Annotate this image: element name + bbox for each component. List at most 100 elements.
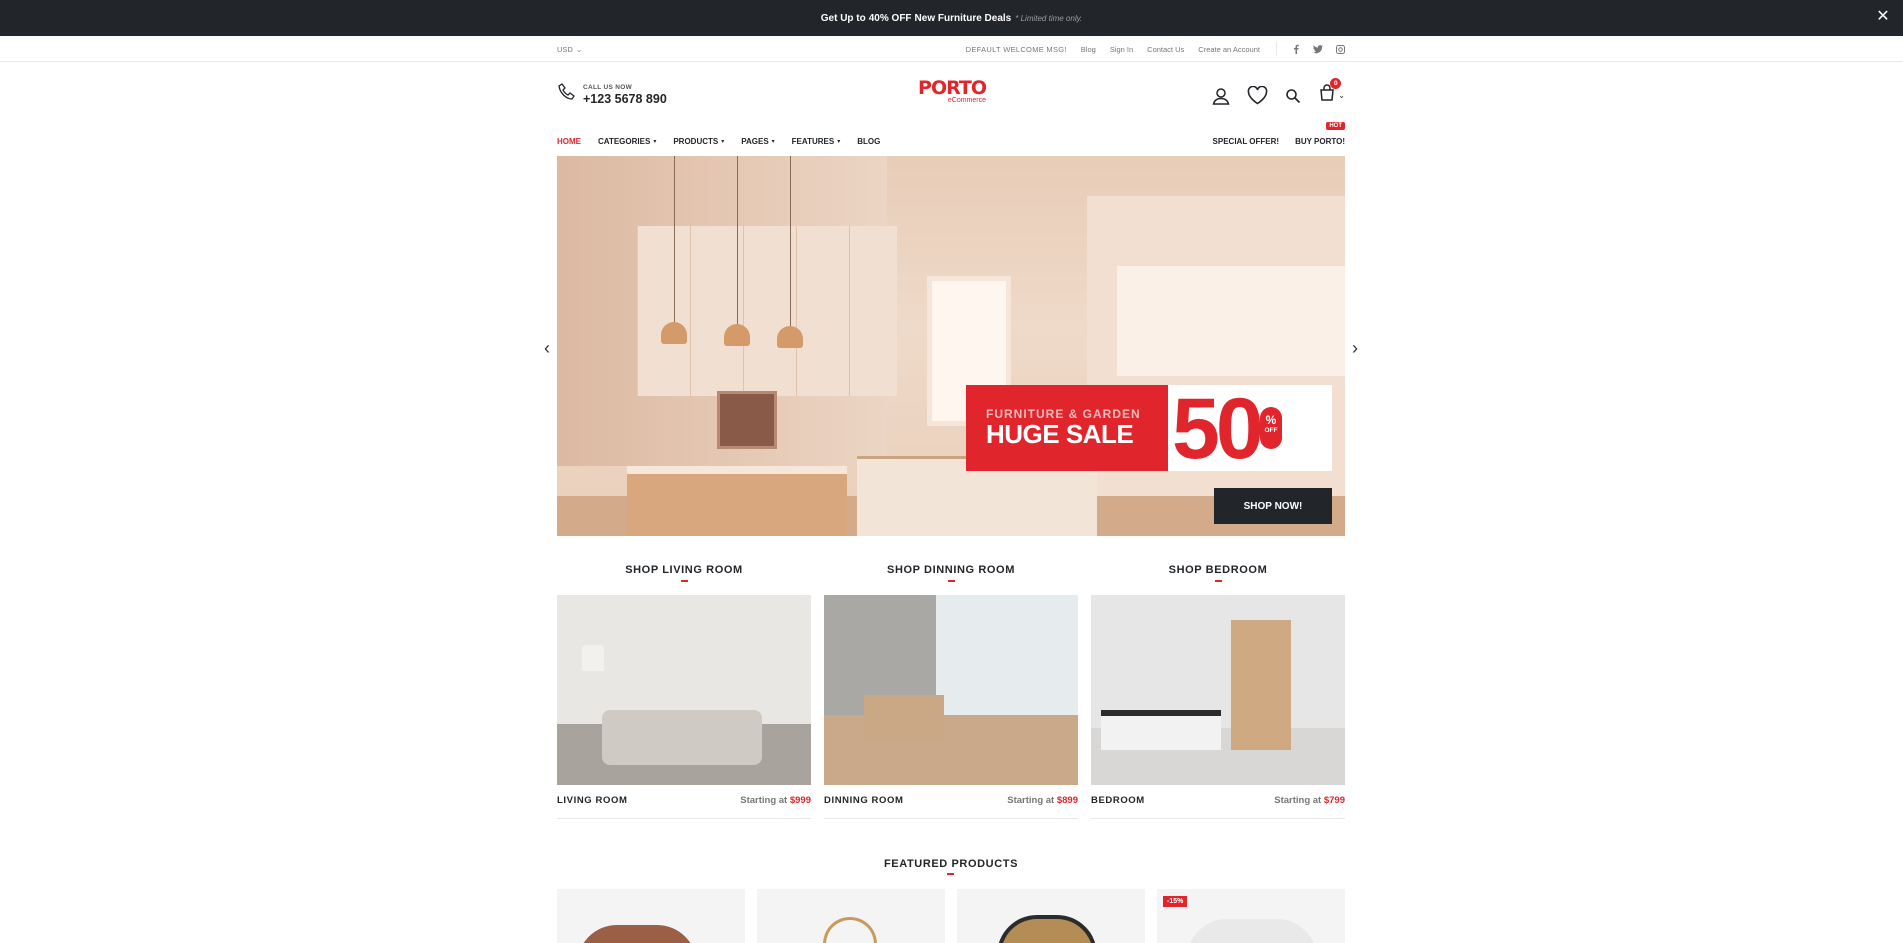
hero-scene xyxy=(661,322,687,344)
category-image[interactable] xyxy=(557,595,811,785)
bed-shape xyxy=(1101,710,1221,750)
hero-scene xyxy=(674,156,675,324)
chevron-down-icon: ⌄ xyxy=(1338,91,1345,100)
nav-categories[interactable]: CATEGORIES ▾ xyxy=(598,137,656,146)
twitter-icon[interactable] xyxy=(1313,44,1323,54)
nav-categories-label: CATEGORIES xyxy=(598,136,651,146)
sale-off: OFF xyxy=(1264,427,1278,434)
nav-features-label: FEATURES xyxy=(791,136,835,146)
category-price: $999 xyxy=(789,795,811,806)
chevron-left-icon[interactable]: ‹ xyxy=(541,338,553,358)
user-icon[interactable] xyxy=(1210,85,1232,107)
starting-label: Starting at xyxy=(740,795,788,806)
search-icon[interactable] xyxy=(1282,85,1304,107)
hero-scene xyxy=(637,226,897,396)
product-card[interactable] xyxy=(557,889,745,943)
header: CALL US NOW +123 5678 890 PORTO eCommerc… xyxy=(557,62,1345,126)
product-image xyxy=(1187,919,1317,943)
nav-pages[interactable]: PAGES ▾ xyxy=(741,137,774,146)
top-bar: USD ⌄ DEFAULT WELCOME MSG! Blog Sign In … xyxy=(0,36,1903,62)
category-image[interactable] xyxy=(824,595,1078,785)
category-image[interactable] xyxy=(1091,595,1345,785)
logo[interactable]: PORTO eCommerce xyxy=(916,77,988,105)
contact-us-link[interactable]: Contact Us xyxy=(1147,45,1184,54)
nav-features[interactable]: FEATURES ▾ xyxy=(792,137,841,146)
table-shape xyxy=(864,695,944,740)
logo-word: PORTO xyxy=(918,77,987,99)
chevron-right-icon[interactable]: › xyxy=(1349,338,1361,358)
nav-blog-label: BLOG xyxy=(857,136,881,146)
hero-scene xyxy=(790,156,791,328)
sale-number: 50 xyxy=(1172,381,1264,477)
chevron-down-icon: ▾ xyxy=(721,138,725,145)
heart-icon[interactable] xyxy=(1246,85,1268,107)
blog-link[interactable]: Blog xyxy=(1081,45,1096,54)
starting-label: Starting at xyxy=(1274,795,1322,806)
nav-products[interactable]: PRODUCTS ▾ xyxy=(673,137,724,146)
category-footer: LIVING ROOM Starting at $999 xyxy=(557,795,811,819)
sign-in-link[interactable]: Sign In xyxy=(1110,45,1133,54)
category-name[interactable]: DINNING ROOM xyxy=(824,795,904,818)
hero-scene xyxy=(627,466,847,536)
nav-home[interactable]: HOME xyxy=(557,137,581,146)
product-image xyxy=(997,915,1097,943)
title-underline xyxy=(681,580,688,582)
hero-scene xyxy=(1117,266,1345,376)
floor-shape xyxy=(824,715,1078,785)
hero-scene xyxy=(724,324,750,346)
sale-percent-pill: % OFF xyxy=(1260,407,1282,449)
title-underline xyxy=(948,580,955,582)
category-title[interactable]: SHOP LIVING ROOM xyxy=(557,564,811,576)
shop-now-button[interactable]: SHOP NOW! xyxy=(1214,488,1332,524)
main-nav: HOME CATEGORIES ▾ PRODUCTS ▾ PAGES ▾ FEATUR… xyxy=(557,121,1345,156)
category-name[interactable]: BEDROOM xyxy=(1091,795,1145,818)
category-name[interactable]: LIVING ROOM xyxy=(557,795,627,818)
nav-pages-label: PAGES xyxy=(741,136,769,146)
sale-banner: FURNITURE & GARDEN HUGE SALE 50 % OFF xyxy=(966,381,1332,477)
category-price: $899 xyxy=(1056,795,1078,806)
nav-buy-porto-label: BUY PORTO! xyxy=(1295,136,1345,146)
nav-special-offer[interactable]: SPECIAL OFFER! xyxy=(1213,137,1280,146)
phone-number[interactable]: +123 5678 890 xyxy=(583,92,667,106)
nav-products-label: PRODUCTS xyxy=(673,136,719,146)
chevron-down-icon: ▾ xyxy=(837,138,841,145)
category-price: $799 xyxy=(1323,795,1345,806)
discount-badge: -15% xyxy=(1163,896,1188,907)
currency-label: USD xyxy=(557,44,573,54)
chevron-down-icon: ⌄ xyxy=(575,44,583,54)
currency-select[interactable]: USD ⌄ xyxy=(557,45,582,54)
cart-count-badge: 0 xyxy=(1330,78,1342,89)
call-label: CALL US NOW xyxy=(583,83,633,91)
promo-prefix: Get Up to xyxy=(820,12,866,24)
product-card[interactable]: -15% xyxy=(1157,889,1345,943)
category-title[interactable]: SHOP DINNING ROOM xyxy=(824,564,1078,576)
promo-suffix: New Furniture Deals xyxy=(914,12,1012,24)
hero-scene xyxy=(717,391,777,449)
instagram-icon[interactable] xyxy=(1335,44,1345,54)
category-footer: BEDROOM Starting at $799 xyxy=(1091,795,1345,819)
category-title[interactable]: SHOP BEDROOM xyxy=(1091,564,1345,576)
lamp-shape xyxy=(582,645,604,671)
product-card[interactable] xyxy=(757,889,945,943)
phone-icon xyxy=(557,82,577,107)
product-card[interactable] xyxy=(957,889,1145,943)
call-us[interactable]: CALL US NOW +123 5678 890 xyxy=(557,82,667,107)
nav-blog[interactable]: BLOG xyxy=(857,137,880,146)
create-account-link[interactable]: Create an Account xyxy=(1198,45,1260,54)
chevron-down-icon: ▾ xyxy=(771,138,775,145)
cart-button[interactable]: 0 ⌄ xyxy=(1318,78,1345,107)
close-icon[interactable]: ✕ xyxy=(1875,9,1891,25)
nav-home-label: HOME xyxy=(557,136,581,146)
nav-buy-porto[interactable]: BUY PORTO! HOT xyxy=(1295,121,1345,146)
category-footer: DINNING ROOM Starting at $899 xyxy=(824,795,1078,819)
featured-products-title: FEATURED PRODUCTS xyxy=(883,858,1019,870)
sale-headline: HUGE SALE xyxy=(986,419,1134,449)
promo-note: * Limited time only. xyxy=(1015,13,1083,23)
hot-badge: HOT xyxy=(1326,121,1345,130)
hero-scene xyxy=(777,326,803,348)
sofa-shape xyxy=(602,710,762,765)
product-image xyxy=(577,925,697,943)
facebook-icon[interactable] xyxy=(1291,44,1301,54)
promo-bar: Get Up to 40% OFF New Furniture Deals * … xyxy=(0,0,1903,36)
chevron-down-icon: ▾ xyxy=(653,138,657,145)
